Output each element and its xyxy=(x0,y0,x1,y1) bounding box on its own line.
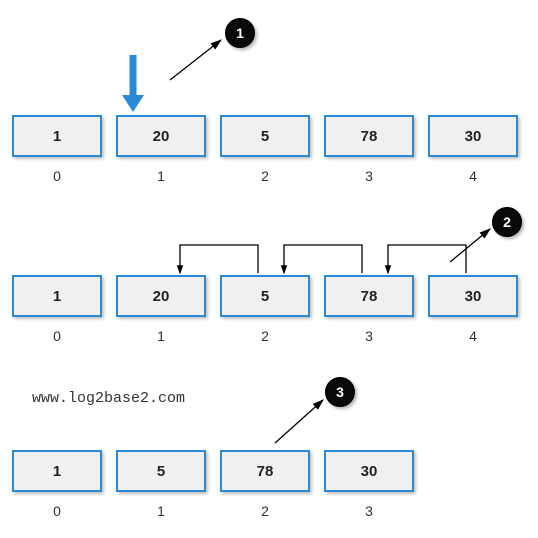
array-index: 4 xyxy=(428,328,518,344)
array-step-1: 1 20 5 78 30 xyxy=(12,115,518,157)
array-cell: 1 xyxy=(12,275,102,317)
array-cell: 30 xyxy=(428,275,518,317)
step-badge-1: 1 xyxy=(225,18,255,48)
array-cell: 30 xyxy=(324,450,414,492)
array-index: 0 xyxy=(12,328,102,344)
array-index: 3 xyxy=(324,168,414,184)
array-step-2: 1 20 5 78 30 xyxy=(12,275,518,317)
array-cell: 78 xyxy=(220,450,310,492)
array-index: 2 xyxy=(220,168,310,184)
index-row-3: 0 1 2 3 xyxy=(12,503,414,519)
step-badge-2-label: 2 xyxy=(503,214,511,230)
array-cell: 78 xyxy=(324,115,414,157)
cell-value: 20 xyxy=(153,128,170,145)
cell-value: 20 xyxy=(153,288,170,305)
array-index: 3 xyxy=(324,503,414,519)
shift-arc xyxy=(388,245,466,273)
array-cell: 5 xyxy=(220,115,310,157)
cell-value: 1 xyxy=(53,463,61,480)
array-cell: 78 xyxy=(324,275,414,317)
array-index: 1 xyxy=(116,503,206,519)
shift-arc xyxy=(284,245,362,273)
array-cell: 30 xyxy=(428,115,518,157)
array-cell: 5 xyxy=(116,450,206,492)
array-cell: 20 xyxy=(116,275,206,317)
cell-value: 78 xyxy=(257,463,274,480)
array-index: 0 xyxy=(12,168,102,184)
step-badge-3: 3 xyxy=(325,377,355,407)
cell-value: 5 xyxy=(157,463,165,480)
step-badge-1-label: 1 xyxy=(236,25,244,41)
cell-value: 78 xyxy=(361,288,378,305)
shift-arc xyxy=(180,245,258,273)
array-cell: 1 xyxy=(12,450,102,492)
array-step-3: 1 5 78 30 xyxy=(12,450,414,492)
array-index: 2 xyxy=(220,503,310,519)
array-index: 3 xyxy=(324,328,414,344)
step-badge-2: 2 xyxy=(492,207,522,237)
cell-value: 5 xyxy=(261,128,269,145)
step-badge-3-label: 3 xyxy=(336,384,344,400)
cell-value: 30 xyxy=(361,463,378,480)
array-index: 4 xyxy=(428,168,518,184)
pointer-to-badge-1 xyxy=(170,40,221,80)
cell-value: 1 xyxy=(53,128,61,145)
array-index: 2 xyxy=(220,328,310,344)
cell-value: 5 xyxy=(261,288,269,305)
pointer-to-badge-3 xyxy=(275,400,323,443)
index-row-2: 0 1 2 3 4 xyxy=(12,328,518,344)
array-index: 1 xyxy=(116,328,206,344)
array-index: 1 xyxy=(116,168,206,184)
array-cell: 5 xyxy=(220,275,310,317)
pointer-to-badge-2 xyxy=(450,229,490,262)
cell-value: 1 xyxy=(53,288,61,305)
array-index: 0 xyxy=(12,503,102,519)
array-cell: 20 xyxy=(116,115,206,157)
array-cell: 1 xyxy=(12,115,102,157)
cell-value: 30 xyxy=(465,128,482,145)
index-row-1: 0 1 2 3 4 xyxy=(12,168,518,184)
blue-down-arrow-icon xyxy=(122,55,144,112)
cell-value: 78 xyxy=(361,128,378,145)
watermark-text: www.log2base2.com xyxy=(32,390,185,407)
cell-value: 30 xyxy=(465,288,482,305)
